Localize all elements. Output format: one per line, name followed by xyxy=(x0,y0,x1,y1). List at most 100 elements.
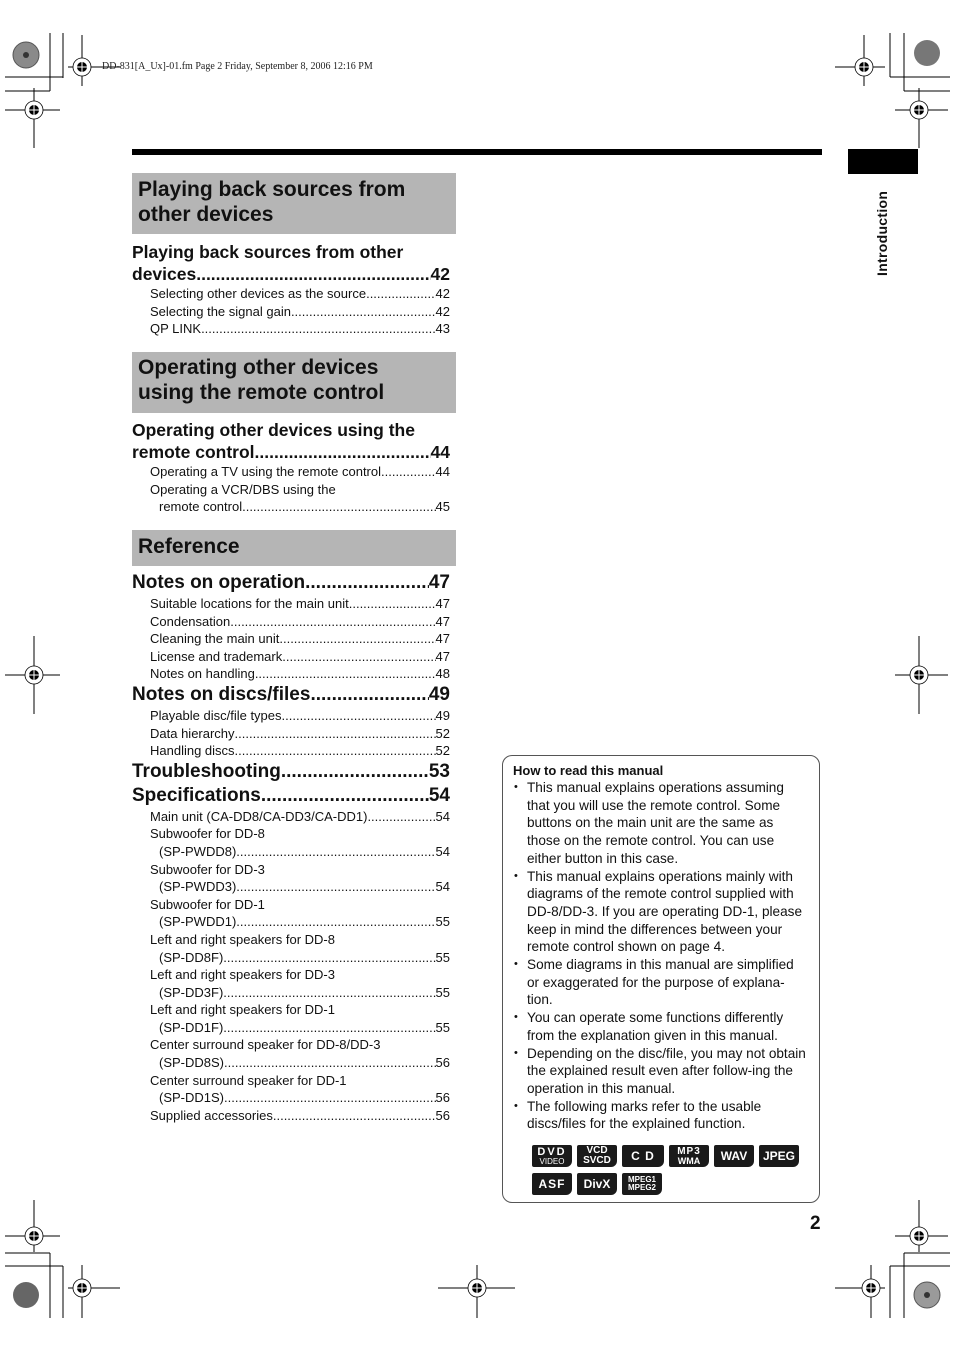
disc-type-marks: DVD VIDEO VCD SVCD C D MP3 WMA WAV JPEG ASF… xyxy=(513,1145,822,1196)
leader-dots xyxy=(367,808,435,826)
toc-subentry-line1: Left and right speakers for DD-3 xyxy=(150,967,335,983)
toc-subentry[interactable]: (SP-PWDD8) 54 xyxy=(132,843,450,861)
toc-subentry[interactable]: remote control 45 xyxy=(132,498,450,516)
toc-subentry[interactable]: Notes on handling 48 xyxy=(132,665,450,683)
toc-subentry[interactable]: (SP-DD1S) 56 xyxy=(132,1089,450,1107)
toc-entry-label: License and trademark xyxy=(150,648,283,664)
mark-line: VIDEO xyxy=(539,1156,565,1166)
wav-mark-icon: WAV xyxy=(714,1145,754,1168)
toc-subentry[interactable]: Operating a TV using the remote control 4… xyxy=(132,463,450,481)
toc-subentry[interactable]: (SP-DD8F) 55 xyxy=(132,949,450,967)
toc-subentry[interactable]: (SP-DD8S) 56 xyxy=(132,1054,450,1072)
toc-subentry[interactable]: Handling discs 52 xyxy=(132,742,450,760)
bullet-item: You can operate some functions different… xyxy=(513,1009,809,1044)
toc-subentry[interactable]: Suitable locations for the main unit 47 xyxy=(132,595,450,613)
toc-entry-label: (SP-DD8F) xyxy=(159,949,224,965)
side-tab-label: Introduction xyxy=(874,190,890,276)
toc-entry-label: (SP-DD8S) xyxy=(159,1055,225,1071)
print-file-header: DD-831[A_Ux]-01.fm Page 2 Friday, Septem… xyxy=(102,61,373,72)
toc-entry-label: (SP-DD3F) xyxy=(159,984,224,1000)
leader-dots xyxy=(273,1107,436,1125)
toc-entry-main[interactable]: Notes on discs/files 49 xyxy=(132,683,450,707)
toc-subentry-line1: Left and right speakers for DD-1 xyxy=(150,1002,335,1018)
toc-subentry[interactable]: (SP-PWDD1) 55 xyxy=(132,913,450,931)
toc-entry-main[interactable]: remote control 44 xyxy=(132,441,450,463)
leader-dots xyxy=(236,843,435,861)
toc-entry-main[interactable]: devices 42 xyxy=(132,263,450,285)
toc-entry-main[interactable]: Specifications 54 xyxy=(132,784,450,808)
toc-subentry[interactable]: Cleaning the main unit 47 xyxy=(132,630,450,648)
section-title-line: using the remote control xyxy=(138,381,385,404)
toc-subentry[interactable]: Playable disc/file types 49 xyxy=(132,707,450,725)
toc-page-number: 42 xyxy=(435,286,450,301)
leader-dots xyxy=(255,665,436,683)
toc-page-number: 47 xyxy=(435,631,450,647)
dvd-video-mark-icon: DVD VIDEO xyxy=(532,1145,572,1168)
toc-subentry[interactable]: Main unit (CA-DD8/CA-DD3/CA-DD1) 54 xyxy=(132,808,450,826)
toc-page-number: 44 xyxy=(430,442,450,462)
toc-group-reference: Notes on operation 47 Suitable locations … xyxy=(132,571,450,1124)
toc-entry-label: Specifications xyxy=(132,784,261,806)
toc-entry-main[interactable]: Notes on operation 47 xyxy=(132,571,450,595)
toc-entry-main-line1: Operating other devices using the xyxy=(132,420,415,440)
mark-line: DVD xyxy=(537,1145,567,1158)
how-to-read-list: This manual explains operations assuming… xyxy=(513,779,809,1133)
toc-subentry[interactable]: Data hierarchy 52 xyxy=(132,725,450,743)
mp3-wma-mark-icon: MP3 WMA xyxy=(669,1145,709,1168)
leader-dots xyxy=(310,683,428,707)
section-heading-operating-other-devices: Operating other devices using the remote… xyxy=(132,352,456,413)
bullet-item: Some diagrams in this manual are simplif… xyxy=(513,956,809,1009)
toc-page-number: 47 xyxy=(435,613,450,629)
toc-subentry[interactable]: Selecting the signal gain 42 xyxy=(132,303,450,321)
section-title-line: Reference xyxy=(138,535,240,558)
toc-entry-label: remote control xyxy=(132,442,255,462)
toc-page-number: 55 xyxy=(435,914,450,930)
how-to-read-box: How to read this manual This manual expl… xyxy=(502,755,820,1203)
page-number: 2 xyxy=(810,1213,821,1234)
mark-line: ASF xyxy=(538,1177,566,1192)
toc-entry-label: Main unit (CA-DD8/CA-DD3/CA-DD1) xyxy=(150,808,368,824)
section-heading-playing-back: Playing back sources from other devices xyxy=(132,173,456,234)
toc-page-number: 42 xyxy=(430,264,450,284)
toc-subentry-line1: Left and right speakers for DD-8 xyxy=(150,931,335,947)
toc-entry-label: Data hierarchy xyxy=(150,725,235,741)
toc-entry-main[interactable]: Troubleshooting 53 xyxy=(132,760,450,784)
mark-line: C D xyxy=(631,1149,655,1164)
toc-subentry[interactable]: QP LINK 43 xyxy=(132,320,450,338)
toc-subentry[interactable]: Supplied accessories 56 xyxy=(132,1107,450,1125)
toc-page-number: 54 xyxy=(428,784,450,806)
toc-page-number: 49 xyxy=(428,683,450,705)
toc-entry-label: (SP-PWDD3) xyxy=(159,879,237,895)
toc-page-number: 56 xyxy=(435,1107,450,1123)
toc-entry-label: remote control xyxy=(159,499,243,515)
toc-group-operating-other-devices: Operating other devices using the remote… xyxy=(132,419,450,516)
bullet-item: The following marks refer to the usable … xyxy=(513,1098,809,1133)
leader-dots xyxy=(305,571,429,595)
mark-line: WMA xyxy=(677,1155,701,1166)
toc-page-number: 43 xyxy=(435,321,450,337)
toc-subentry[interactable]: License and trademark 47 xyxy=(132,648,450,666)
top-rule xyxy=(132,149,822,155)
toc-entry-label: (SP-PWDD8) xyxy=(159,843,237,859)
leader-dots xyxy=(282,707,436,725)
toc-entry-label: devices xyxy=(132,264,197,284)
leader-dots xyxy=(349,595,436,613)
toc-entry-label: Supplied accessories xyxy=(150,1107,273,1123)
toc-subentry[interactable]: (SP-PWDD3) 54 xyxy=(132,878,450,896)
toc-subentry[interactable]: (SP-DD3F) 55 xyxy=(132,984,450,1002)
toc-page-number: 56 xyxy=(435,1055,450,1071)
toc-page-number: 55 xyxy=(435,984,450,1000)
toc-entry-label: Selecting other devices as the source xyxy=(150,286,367,301)
toc-entry-label: Cleaning the main unit xyxy=(150,631,280,647)
leader-dots xyxy=(230,613,435,631)
section-title-line: Playing back sources from xyxy=(138,178,406,201)
toc-page-number: 47 xyxy=(435,596,450,611)
toc-subentry-line1: Subwoofer for DD-3 xyxy=(150,861,265,877)
toc-subentry-line1: Operating a VCR/DBS using the xyxy=(150,481,336,497)
leader-dots xyxy=(242,498,435,516)
toc-entry-label: Handling discs xyxy=(150,743,235,759)
toc-subentry[interactable]: (SP-DD1F) 55 xyxy=(132,1019,450,1037)
toc-subentry[interactable]: Selecting other devices as the source 42 xyxy=(132,285,450,303)
toc-entry-label: (SP-DD1S) xyxy=(159,1090,225,1106)
toc-subentry[interactable]: Condensation 47 xyxy=(132,613,450,631)
